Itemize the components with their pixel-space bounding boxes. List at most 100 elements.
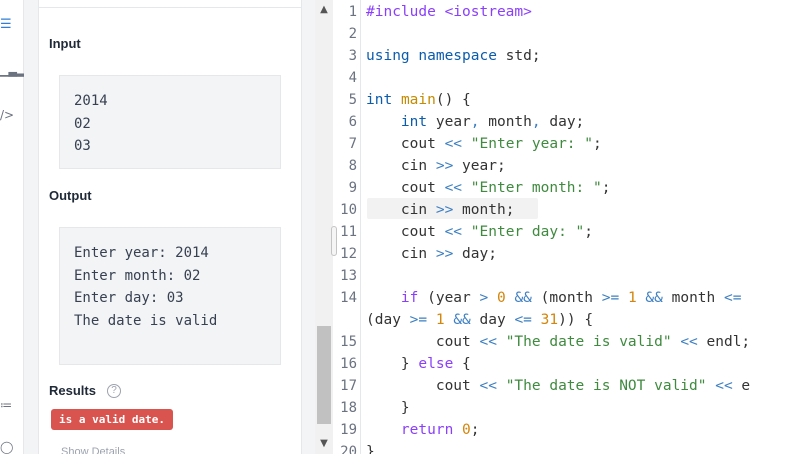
code-line[interactable]: 13 [337, 265, 789, 287]
chart-icon[interactable]: ▁▃▂ [0, 64, 25, 78]
code-token: ; [470, 422, 480, 438]
problem-card: Input 2014 02 03 Output Enter year: 2014… [38, 0, 302, 454]
code-token: e [732, 378, 751, 394]
code-token: << [479, 334, 497, 350]
code-line[interactable]: 20} [337, 441, 789, 454]
code-line[interactable]: 1 #include <iostream> [337, 1, 789, 23]
code-line[interactable]: 16 } else { [337, 353, 789, 375]
code-token: <= [724, 290, 742, 306]
code-line[interactable]: 7 cout << "Enter year: "; [337, 133, 789, 155]
code-line[interactable]: 9 cout << "Enter month: "; [337, 177, 789, 199]
code-line[interactable]: 14 if (year > 0 && (month >= 1 && month … [337, 287, 789, 309]
code-text: cin >> month; [366, 199, 515, 221]
code-line[interactable]: 2 [337, 23, 789, 45]
code-line[interactable]: 5 int main() { [337, 89, 789, 111]
code-icon[interactable]: /> [0, 108, 14, 122]
code-line[interactable]: 3 using namespace std; [337, 45, 789, 67]
scrollbar-thumb[interactable] [317, 326, 331, 424]
code-line[interactable]: 6 int year, month, day; [337, 111, 789, 133]
code-token: cout [366, 378, 480, 394]
code-text: } [366, 397, 410, 419]
code-token: endl; [697, 334, 751, 350]
code-token: && [645, 290, 663, 306]
code-text: (day >= 1 && day <= 31)) { [366, 309, 593, 331]
code-token: (year [418, 290, 480, 306]
code-token: cout [366, 136, 445, 152]
code-token: (month [531, 290, 602, 306]
code-text: } else { [366, 353, 471, 375]
code-line[interactable]: 10 cin >> month; [337, 199, 789, 221]
code-token: (day [366, 312, 410, 328]
scroll-up-icon[interactable]: ▲ [315, 4, 333, 15]
code-token: )) { [558, 312, 594, 328]
line-number: 16 [340, 356, 357, 372]
code-token: else [418, 356, 454, 372]
code-token: year; [453, 158, 506, 174]
code-line[interactable]: 11 cout << "Enter day: "; [337, 221, 789, 243]
line-number: 5 [348, 92, 357, 108]
code-token: "Enter day: " [470, 224, 585, 240]
code-text: cout << "The date is NOT valid" << e [366, 375, 750, 397]
code-token: >= [601, 290, 620, 306]
code-token: ; [593, 136, 602, 152]
code-text: cout << "Enter month: "; [366, 177, 611, 199]
share-icon[interactable]: ≔ [0, 398, 14, 412]
code-token: << [444, 224, 463, 240]
code-line[interactable]: 18 } [337, 397, 789, 419]
code-token: 31 [540, 312, 559, 328]
output-line: Enter month: 02 [74, 267, 201, 284]
list-icon[interactable]: ☰ [0, 18, 14, 32]
help-icon[interactable]: ? [107, 384, 121, 398]
input-line: 2014 [74, 93, 108, 109]
code-line[interactable]: 17 cout << "The date is NOT valid" << e [337, 375, 789, 397]
line-number: 13 [340, 268, 357, 284]
code-token: "Enter month: " [470, 180, 602, 196]
code-token: cin [366, 158, 436, 174]
code-token: 1 [435, 312, 445, 328]
code-token: << [444, 136, 463, 152]
line-number: 15 [340, 334, 357, 350]
code-line[interactable]: 8 cin >> year; [337, 155, 789, 177]
line-number: 19 [340, 422, 357, 438]
code-token: } [366, 356, 419, 372]
show-details-link[interactable]: Show Details [61, 446, 125, 454]
code-token: ; [601, 180, 611, 196]
code-token: ; [584, 224, 594, 240]
code-editor[interactable]: 1 #include <iostream> 2 3 using namespace st… [337, 0, 789, 454]
icon-rail: ☰ ▁▃▂ /> ≔ ◯ [0, 0, 25, 454]
code-line[interactable]: 4 [337, 67, 789, 89]
line-number: 11 [340, 224, 357, 240]
line-number: 18 [340, 400, 357, 416]
line-number: 3 [348, 48, 357, 64]
code-text: if (year > 0 && (month >= 1 && month <= [366, 287, 742, 309]
code-token: } [366, 444, 375, 454]
code-text: cout << "Enter day: "; [366, 221, 593, 243]
line-number: 7 [348, 136, 357, 152]
code-line[interactable]: 12 cin >> day; [337, 243, 789, 265]
code-token: cout [366, 334, 480, 350]
help-circle-icon[interactable]: ◯ [0, 440, 14, 454]
code-token: cin [366, 246, 436, 262]
code-line[interactable]: 15 cout << "The date is valid" << endl; [337, 331, 789, 353]
code-text: cin >> year; [366, 155, 506, 177]
code-line[interactable]: 19 return 0; [337, 419, 789, 441]
scroll-down-icon[interactable]: ▼ [315, 438, 333, 449]
code-token: return [400, 422, 454, 438]
code-token: 1 [627, 290, 637, 306]
output-line: Enter day: 03 [74, 290, 184, 306]
line-number: 1 [348, 4, 357, 20]
code-text: using namespace std; [366, 45, 541, 67]
code-line[interactable]: (day >= 1 && day <= 31)) { [337, 309, 789, 331]
code-token: <= [514, 312, 532, 328]
code-token: () { [435, 92, 471, 108]
code-text: int year, month, day; [366, 111, 584, 133]
code-token: "The date is NOT valid" [505, 378, 707, 394]
